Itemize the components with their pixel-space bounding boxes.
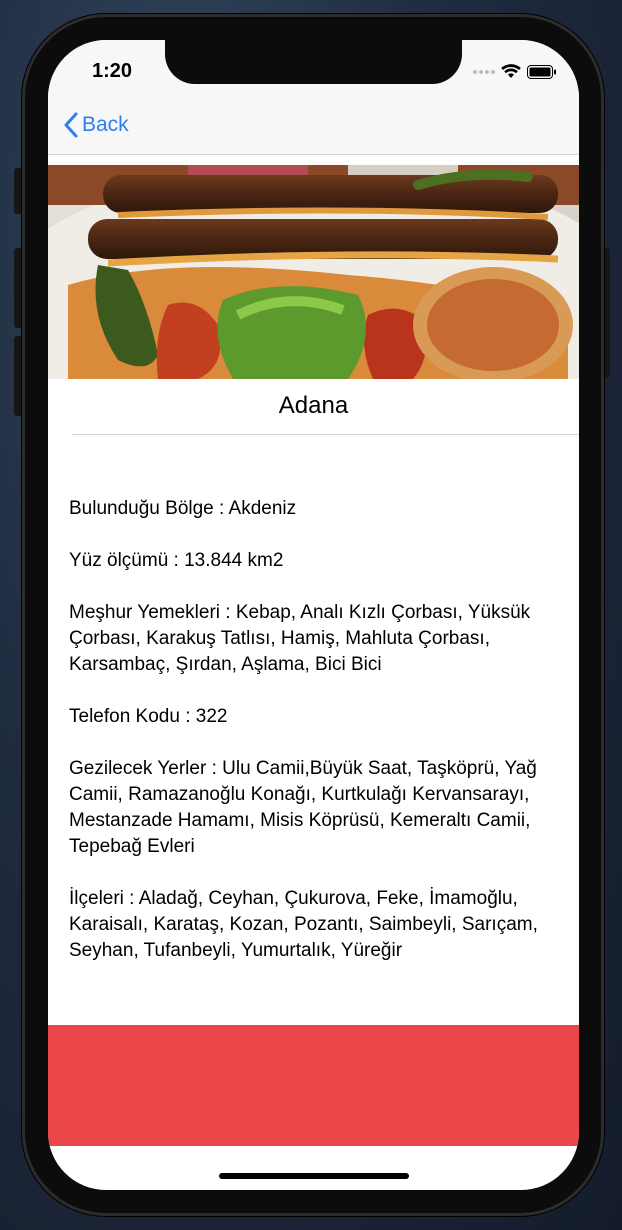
back-button-label: Back [82, 113, 129, 136]
cellular-signal-icon [473, 69, 495, 74]
wifi-icon [501, 64, 521, 78]
battery-icon [527, 64, 556, 79]
chevron-left-icon [64, 112, 78, 138]
app-screen: 1:20 Back Adana Bulunduğu Bölge: Akdeni… [48, 40, 579, 1190]
region-text: Bulunduğu Bölge : Akdeniz [69, 498, 297, 519]
area-text: Yüz ölçümü : 13.844 km2 [69, 550, 284, 571]
kebab-photo [48, 165, 579, 379]
back-button[interactable]: Back [64, 112, 129, 138]
status-icons [473, 64, 557, 79]
red-banner [48, 1025, 579, 1146]
districts-text: İlçeleri : Aladağ, Ceyhan, Çukurova, Fek… [69, 888, 538, 961]
city-details: Bulunduğu Bölge : Akdeniz Yüz ölçümü : 1… [69, 496, 569, 990]
dishes-text: Meşhur Yemekleri : Kebap, Analı Kızlı Ço… [69, 602, 531, 675]
places-text: Gezilecek Yerler : Ulu Camii,Büyük Saat,… [69, 758, 537, 857]
title-divider [72, 434, 579, 435]
phone-code-text: Telefon Kodu : 322 [69, 706, 228, 727]
device-notch [165, 40, 462, 84]
city-title: Adana [278, 392, 349, 419]
city-photo [48, 165, 579, 379]
navigation-bar: Back [48, 102, 579, 155]
status-time: 1:20 [92, 60, 133, 82]
home-indicator[interactable] [219, 1173, 409, 1179]
